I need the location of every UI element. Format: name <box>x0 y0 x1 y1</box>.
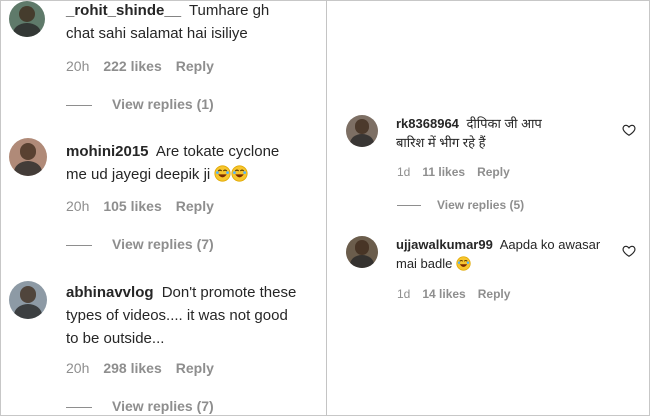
comment-body-line2: बारिश में भीग रहे हैं <box>396 135 486 150</box>
comment-body-line2: chat sahi salamat hai isiliye <box>66 25 248 42</box>
replies-line <box>397 205 421 207</box>
replies-line <box>66 244 92 246</box>
comment-text: mohini2015 Are tokate cyclone me ud jaye… <box>66 140 316 186</box>
laughing-emoji-icon <box>214 165 232 182</box>
comment-meta: 1d 11 likes Reply <box>397 165 522 179</box>
comment-rohit: _rohit_shinde__ Tumhare gh chat sahi sal… <box>1 0 326 120</box>
comment-text: ujjawalkumar99 Aapda ko awasar mai badle <box>396 235 626 273</box>
view-replies-button[interactable]: View replies (7) <box>66 398 214 414</box>
view-replies-label: View replies (1) <box>112 96 214 112</box>
reply-button[interactable]: Reply <box>477 165 510 179</box>
comment-time: 20h <box>66 58 90 74</box>
replies-line <box>66 104 92 106</box>
comment-body-line2: mai badle <box>396 256 453 271</box>
comment-body-line1: Are tokate cyclone <box>155 143 280 160</box>
comment-body-line3: to be outside... <box>66 330 165 347</box>
comment-likes[interactable]: 222 likes <box>103 58 161 74</box>
comment-text: _rohit_shinde__ Tumhare gh chat sahi sal… <box>66 0 316 45</box>
comment-meta: 20h 298 likes Reply <box>66 360 228 376</box>
avatar[interactable] <box>9 138 47 176</box>
panel-divider <box>326 0 327 416</box>
comment-time: 20h <box>66 360 90 376</box>
reply-button[interactable]: Reply <box>176 58 214 74</box>
reply-button[interactable]: Reply <box>478 287 511 301</box>
laughing-emoji-icon <box>231 165 249 182</box>
comment-likes[interactable]: 11 likes <box>422 165 465 179</box>
view-replies-label: View replies (7) <box>112 398 214 414</box>
view-replies-button[interactable]: View replies (1) <box>66 96 214 112</box>
heart-outline-icon[interactable] <box>622 244 636 258</box>
comment-text: abhinavvlog Don't promote these types of… <box>66 281 321 350</box>
comment-body-line1: Tumhare gh <box>188 2 270 19</box>
comment-rk8368964: rk8368964 दीपिका जी आप बारिश में भीग रहे… <box>328 108 649 216</box>
comment-username[interactable]: rk8368964 <box>396 116 459 131</box>
avatar[interactable] <box>9 1 45 37</box>
comment-username[interactable]: mohini2015 <box>66 143 149 160</box>
comment-username[interactable]: ujjawalkumar99 <box>396 237 493 252</box>
reply-button[interactable]: Reply <box>176 198 214 214</box>
view-replies-button[interactable]: View replies (5) <box>397 198 524 212</box>
comment-meta: 1d 14 likes Reply <box>397 287 522 301</box>
comment-mohini: mohini2015 Are tokate cyclone me ud jaye… <box>1 130 326 255</box>
comment-username[interactable]: abhinavvlog <box>66 284 154 301</box>
comment-meta: 20h 105 likes Reply <box>66 198 228 214</box>
view-replies-label: View replies (7) <box>112 236 214 252</box>
comment-body-line1: Don't promote these <box>161 284 297 301</box>
comment-time: 20h <box>66 198 90 214</box>
replies-line <box>66 406 92 408</box>
avatar[interactable] <box>346 236 378 268</box>
comment-time: 1d <box>397 165 411 179</box>
comment-body-line1: दीपिका जी आप <box>466 116 542 131</box>
comment-ujjawalkumar99: ujjawalkumar99 Aapda ko awasar mai badle… <box>328 230 649 310</box>
heart-outline-icon[interactable] <box>622 123 636 137</box>
comment-time: 1d <box>397 287 411 301</box>
view-replies-button[interactable]: View replies (7) <box>66 236 214 252</box>
comment-abhinav: abhinavvlog Don't promote these types of… <box>1 272 326 415</box>
comment-text: rk8368964 दीपिका जी आप बारिश में भीग रहे… <box>396 114 626 152</box>
left-comments-panel: _rohit_shinde__ Tumhare gh chat sahi sal… <box>1 0 326 415</box>
view-replies-label: View replies (5) <box>437 198 525 212</box>
comment-body-line1: Aapda ko awasar <box>499 237 601 252</box>
comment-username[interactable]: _rohit_shinde__ <box>66 2 181 19</box>
comment-likes[interactable]: 14 likes <box>422 287 465 301</box>
avatar[interactable] <box>346 115 378 147</box>
reply-button[interactable]: Reply <box>176 360 214 376</box>
comment-likes[interactable]: 105 likes <box>103 198 161 214</box>
comment-body-line2: me ud jayegi deepik ji <box>66 166 211 183</box>
right-comments-panel: rk8368964 दीपिका जी आप बारिश में भीग रहे… <box>328 0 649 415</box>
avatar[interactable] <box>9 281 47 319</box>
comment-meta: 20h 222 likes Reply <box>66 58 228 74</box>
comment-body-line2: types of videos.... it was not good <box>66 307 288 324</box>
laughing-emoji-icon <box>456 256 471 271</box>
comment-likes[interactable]: 298 likes <box>103 360 161 376</box>
